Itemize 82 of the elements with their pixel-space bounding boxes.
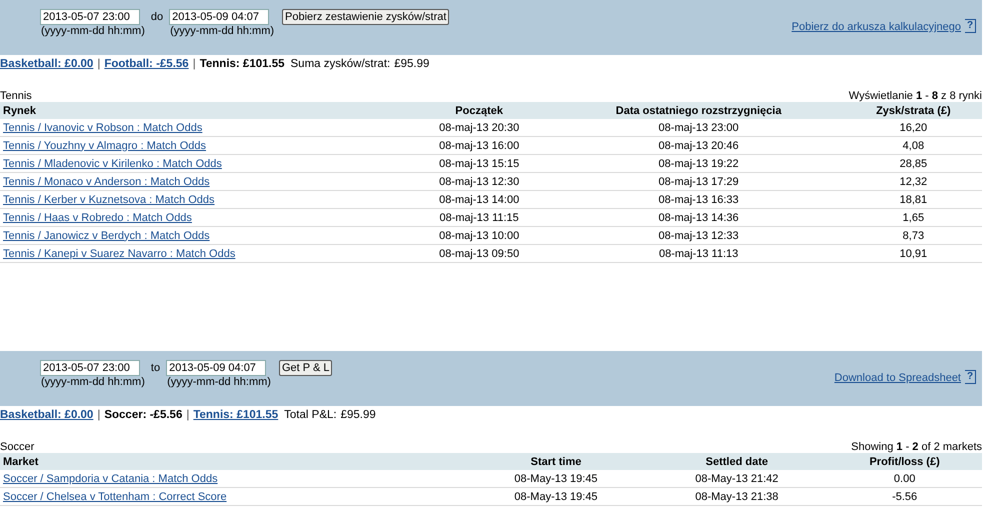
market-link[interactable]: Tennis / Youzhny v Almagro : Match Odds <box>3 140 206 152</box>
table-cell: 08-maj-13 19:22 <box>552 154 845 172</box>
market-link[interactable]: Soccer / Sampdoria v Catania : Match Odds <box>3 472 218 484</box>
market-link[interactable]: Tennis / Janowicz v Berdych : Match Odds <box>3 230 210 242</box>
get-report-button[interactable]: Get P & L <box>278 360 332 376</box>
sport-total: Tennis: £101.55 <box>200 58 285 70</box>
total-label: Suma zysków/strat: <box>290 58 390 70</box>
table-cell: 16,20 <box>844 119 982 136</box>
separator: | <box>186 409 190 421</box>
sport-total: Soccer: -£5.56 <box>104 409 182 421</box>
column-header: Rynek <box>0 102 406 119</box>
separator: | <box>97 409 100 421</box>
column-header: Profit/loss (£) <box>827 453 982 470</box>
from-date-field[interactable]: 2013-05-07 23:00 <box>40 360 140 376</box>
showing-count: Showing 1 - 2 of 2 markets <box>851 441 982 453</box>
date-format-hint: (yyyy-mm-dd hh:mm) <box>169 25 274 37</box>
sport-total-link[interactable]: Basketball: £0.00 <box>0 58 94 70</box>
table-cell: 08-maj-13 15:15 <box>406 154 552 172</box>
market-link[interactable]: Tennis / Mladenovic v Kirilenko : Match Odds <box>3 158 222 170</box>
download-spreadsheet-link[interactable]: Download to Spreadsheet <box>834 372 961 384</box>
table-cell: 08-maj-13 16:00 <box>406 136 552 154</box>
get-report-button[interactable]: Pobierz zestawienie zysków/strat <box>282 9 450 25</box>
market-link[interactable]: Tennis / Ivanovic v Robson : Match Odds <box>3 122 202 134</box>
table-cell: 1,65 <box>844 208 982 226</box>
date-format-hint: (yyyy-mm-dd hh:mm) <box>40 376 145 388</box>
to-date-field[interactable]: 2013-05-09 04:07 <box>166 360 266 376</box>
range-word: to <box>150 361 162 374</box>
to-date-field[interactable]: 2013-05-09 04:07 <box>169 9 270 25</box>
sport-total-link[interactable]: Tennis: £101.55 <box>193 409 278 421</box>
date-format-hint: (yyyy-mm-dd hh:mm) <box>40 25 145 37</box>
table-cell: 08-maj-13 11:13 <box>552 244 845 262</box>
table-cell: 08-maj-13 12:30 <box>406 172 552 190</box>
section-title: Tennis <box>0 90 32 102</box>
table-cell: 08-May-13 19:45 <box>466 488 646 506</box>
table-cell: 08-maj-13 12:33 <box>552 226 845 244</box>
table-cell: 08-maj-13 16:33 <box>552 190 845 208</box>
table-cell: 28,85 <box>844 154 982 172</box>
section-title: Soccer <box>0 441 34 453</box>
total-label: Total P&L: <box>284 409 337 421</box>
sport-total-link[interactable]: Basketball: £0.00 <box>0 409 94 421</box>
table-cell: 08-May-13 19:45 <box>466 470 646 488</box>
showing-count: Wyświetlanie 1 - 8 z 8 rynki <box>848 90 982 102</box>
table-cell: 08-maj-13 20:46 <box>552 136 845 154</box>
table-cell: 8,73 <box>844 226 982 244</box>
range-word: do <box>150 10 164 23</box>
table-cell: 08-May-13 21:38 <box>646 488 828 506</box>
market-link[interactable]: Tennis / Haas v Robredo : Match Odds <box>3 212 192 224</box>
table-cell: 08-maj-13 11:15 <box>406 208 552 226</box>
total-value: £95.99 <box>394 58 430 70</box>
table-cell: 08-maj-13 14:36 <box>552 208 845 226</box>
table-cell: -5.56 <box>827 488 982 506</box>
table-cell: 4,08 <box>844 136 982 154</box>
table-cell: 08-maj-13 09:50 <box>406 244 552 262</box>
market-link[interactable]: Soccer / Chelsea v Tottenham : Correct Score <box>3 490 227 502</box>
column-header: Settled date <box>646 453 828 470</box>
help-icon[interactable]: ? <box>965 19 976 33</box>
column-header: Start time <box>466 453 646 470</box>
market-link[interactable]: Tennis / Monaco v Anderson : Match Odds <box>3 176 210 188</box>
table-cell: 08-maj-13 14:00 <box>406 190 552 208</box>
column-header: Zysk/strata (£) <box>844 102 982 119</box>
column-header: Data ostatniego rozstrzygnięcia <box>552 102 845 119</box>
table-cell: 12,32 <box>844 172 982 190</box>
market-link[interactable]: Tennis / Kanepi v Suarez Navarro : Match Odds <box>3 248 236 260</box>
table-cell: 10,91 <box>844 244 982 262</box>
table-cell: 08-May-13 21:42 <box>646 470 828 488</box>
date-format-hint: (yyyy-mm-dd hh:mm) <box>166 376 271 388</box>
table-cell: 0.00 <box>827 470 982 488</box>
table-cell: 08-maj-13 17:29 <box>552 172 845 190</box>
market-link[interactable]: Tennis / Kerber v Kuznetsova : Match Odds <box>3 194 215 206</box>
from-date-field[interactable]: 2013-05-07 23:00 <box>40 9 140 25</box>
download-spreadsheet-link[interactable]: Pobierz do arkusza kalkulacyjnego <box>792 21 961 33</box>
total-value: £95.99 <box>340 409 376 421</box>
column-header: Początek <box>406 102 552 119</box>
table-cell: 18,81 <box>844 190 982 208</box>
table-cell: 08-maj-13 23:00 <box>552 119 845 136</box>
separator: | <box>97 58 100 70</box>
separator: | <box>192 58 196 70</box>
table-cell: 08-maj-13 20:30 <box>406 119 552 136</box>
help-icon[interactable]: ? <box>965 370 976 384</box>
table-cell: 08-maj-13 10:00 <box>406 226 552 244</box>
column-header: Market <box>0 453 466 470</box>
sport-total-link[interactable]: Football: -£5.56 <box>104 58 189 70</box>
